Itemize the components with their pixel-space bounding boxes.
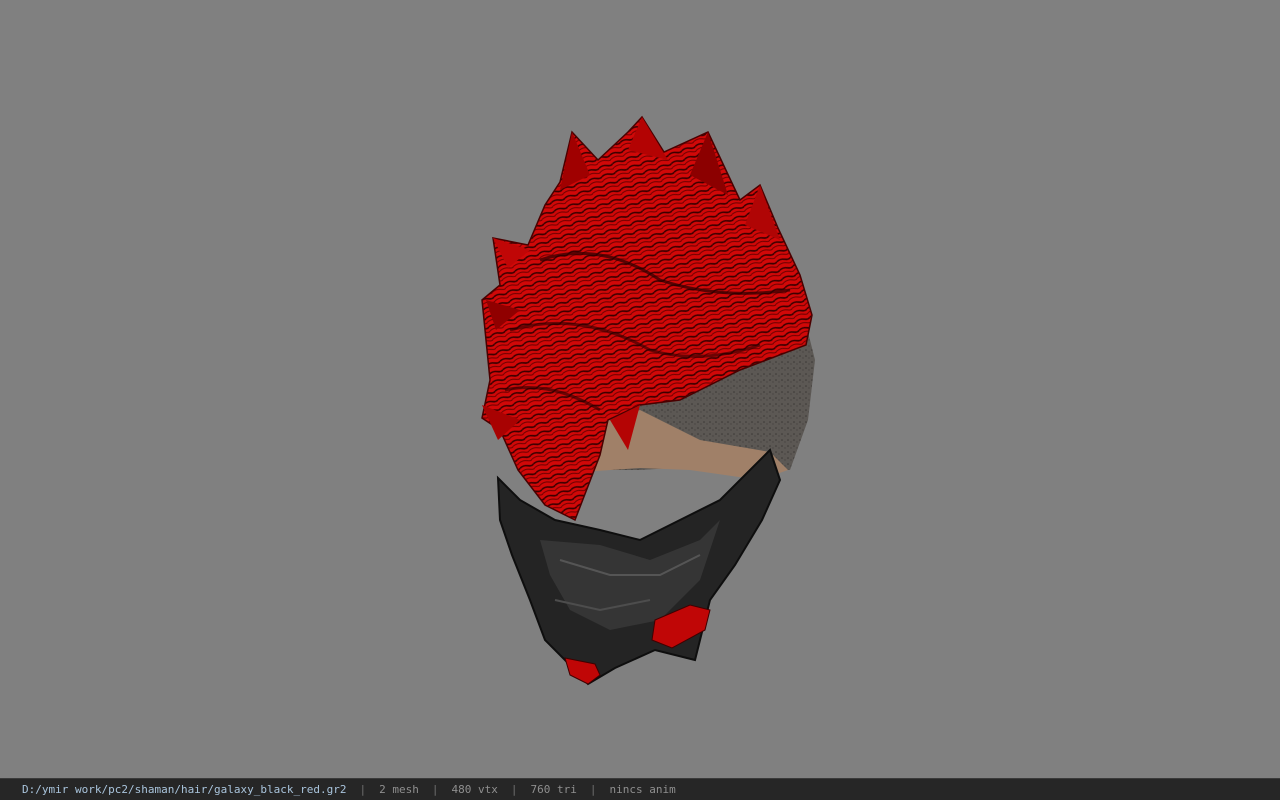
triangle-count: 760 tri: [530, 783, 577, 796]
model-viewport[interactable]: [0, 0, 1280, 778]
animation-status: nincs anim: [609, 783, 676, 796]
hair-mesh-model: [481, 115, 815, 686]
file-path: D:/ymir work/pc2/shaman/hair/galaxy_blac…: [22, 783, 347, 796]
mesh-count: 2 mesh: [379, 783, 419, 796]
status-bar: D:/ymir work/pc2/shaman/hair/galaxy_blac…: [0, 778, 1280, 800]
separator: |: [589, 783, 597, 796]
vertex-count: 480 vtx: [451, 783, 498, 796]
separator: |: [431, 783, 439, 796]
separator: |: [359, 783, 367, 796]
separator: |: [510, 783, 518, 796]
